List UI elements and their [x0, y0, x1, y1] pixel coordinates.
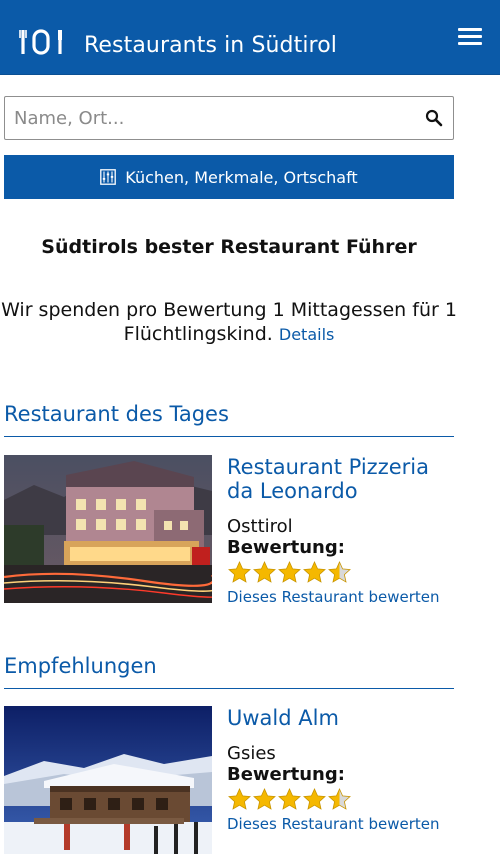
filter-icon: [100, 169, 117, 185]
star-icon: [303, 561, 326, 583]
donation-text: Wir spenden pro Bewertung 1 Mittagessen …: [0, 298, 458, 347]
search-box: [4, 96, 454, 140]
section-title-recommendations: Empfehlungen: [4, 654, 454, 689]
star-icon: [253, 788, 276, 810]
star-icon: [278, 788, 301, 810]
cutlery-logo-icon[interactable]: [18, 26, 68, 58]
filter-button[interactable]: Küchen, Merkmale, Ortschaft: [4, 155, 454, 199]
rating-label: Bewertung:: [227, 764, 345, 785]
restaurant-name-link[interactable]: Uwald Alm: [227, 706, 458, 730]
star-rating: [227, 787, 458, 812]
filter-label: Küchen, Merkmale, Ortschaft: [125, 167, 358, 187]
star-icon: [228, 561, 251, 583]
details-link[interactable]: Details: [279, 325, 334, 344]
search-icon[interactable]: [425, 109, 443, 127]
search-input[interactable]: [14, 97, 414, 139]
tagline: Südtirols bester Restaurant Führer: [41, 236, 417, 258]
star-icon: [228, 788, 251, 810]
restaurant-name-link[interactable]: Restaurant Pizzeria da Leonardo: [227, 455, 458, 503]
star-icon: [303, 788, 326, 810]
star-rating: [227, 560, 458, 585]
rating-label: Bewertung:: [227, 537, 345, 558]
star-icon: [328, 561, 351, 583]
restaurant-card: Restaurant Pizzeria da Leonardo Osttirol…: [4, 455, 458, 606]
star-icon: [253, 561, 276, 583]
star-icon: [278, 561, 301, 583]
restaurant-card: Uwald Alm Gsies Bewertung: Dieses Restau…: [4, 706, 458, 856]
restaurant-info: Restaurant Pizzeria da Leonardo Osttirol…: [227, 455, 458, 606]
hamburger-menu-icon[interactable]: [458, 28, 482, 48]
donation-message: Wir spenden pro Bewertung 1 Mittagessen …: [1, 299, 457, 345]
app-header: Restaurants in Südtirol: [0, 0, 500, 75]
rate-restaurant-link[interactable]: Dieses Restaurant bewerten: [227, 815, 458, 833]
rate-restaurant-link[interactable]: Dieses Restaurant bewerten: [227, 588, 458, 606]
restaurant-location: Osttirol: [227, 516, 293, 537]
restaurant-photo[interactable]: [4, 706, 212, 854]
restaurant-photo[interactable]: [4, 455, 212, 603]
app-title: Restaurants in Südtirol: [84, 33, 337, 58]
star-icon: [328, 788, 351, 810]
section-title-daily: Restaurant des Tages: [4, 402, 454, 437]
restaurant-info: Uwald Alm Gsies Bewertung: Dieses Restau…: [227, 706, 458, 833]
restaurant-location: Gsies: [227, 743, 276, 764]
